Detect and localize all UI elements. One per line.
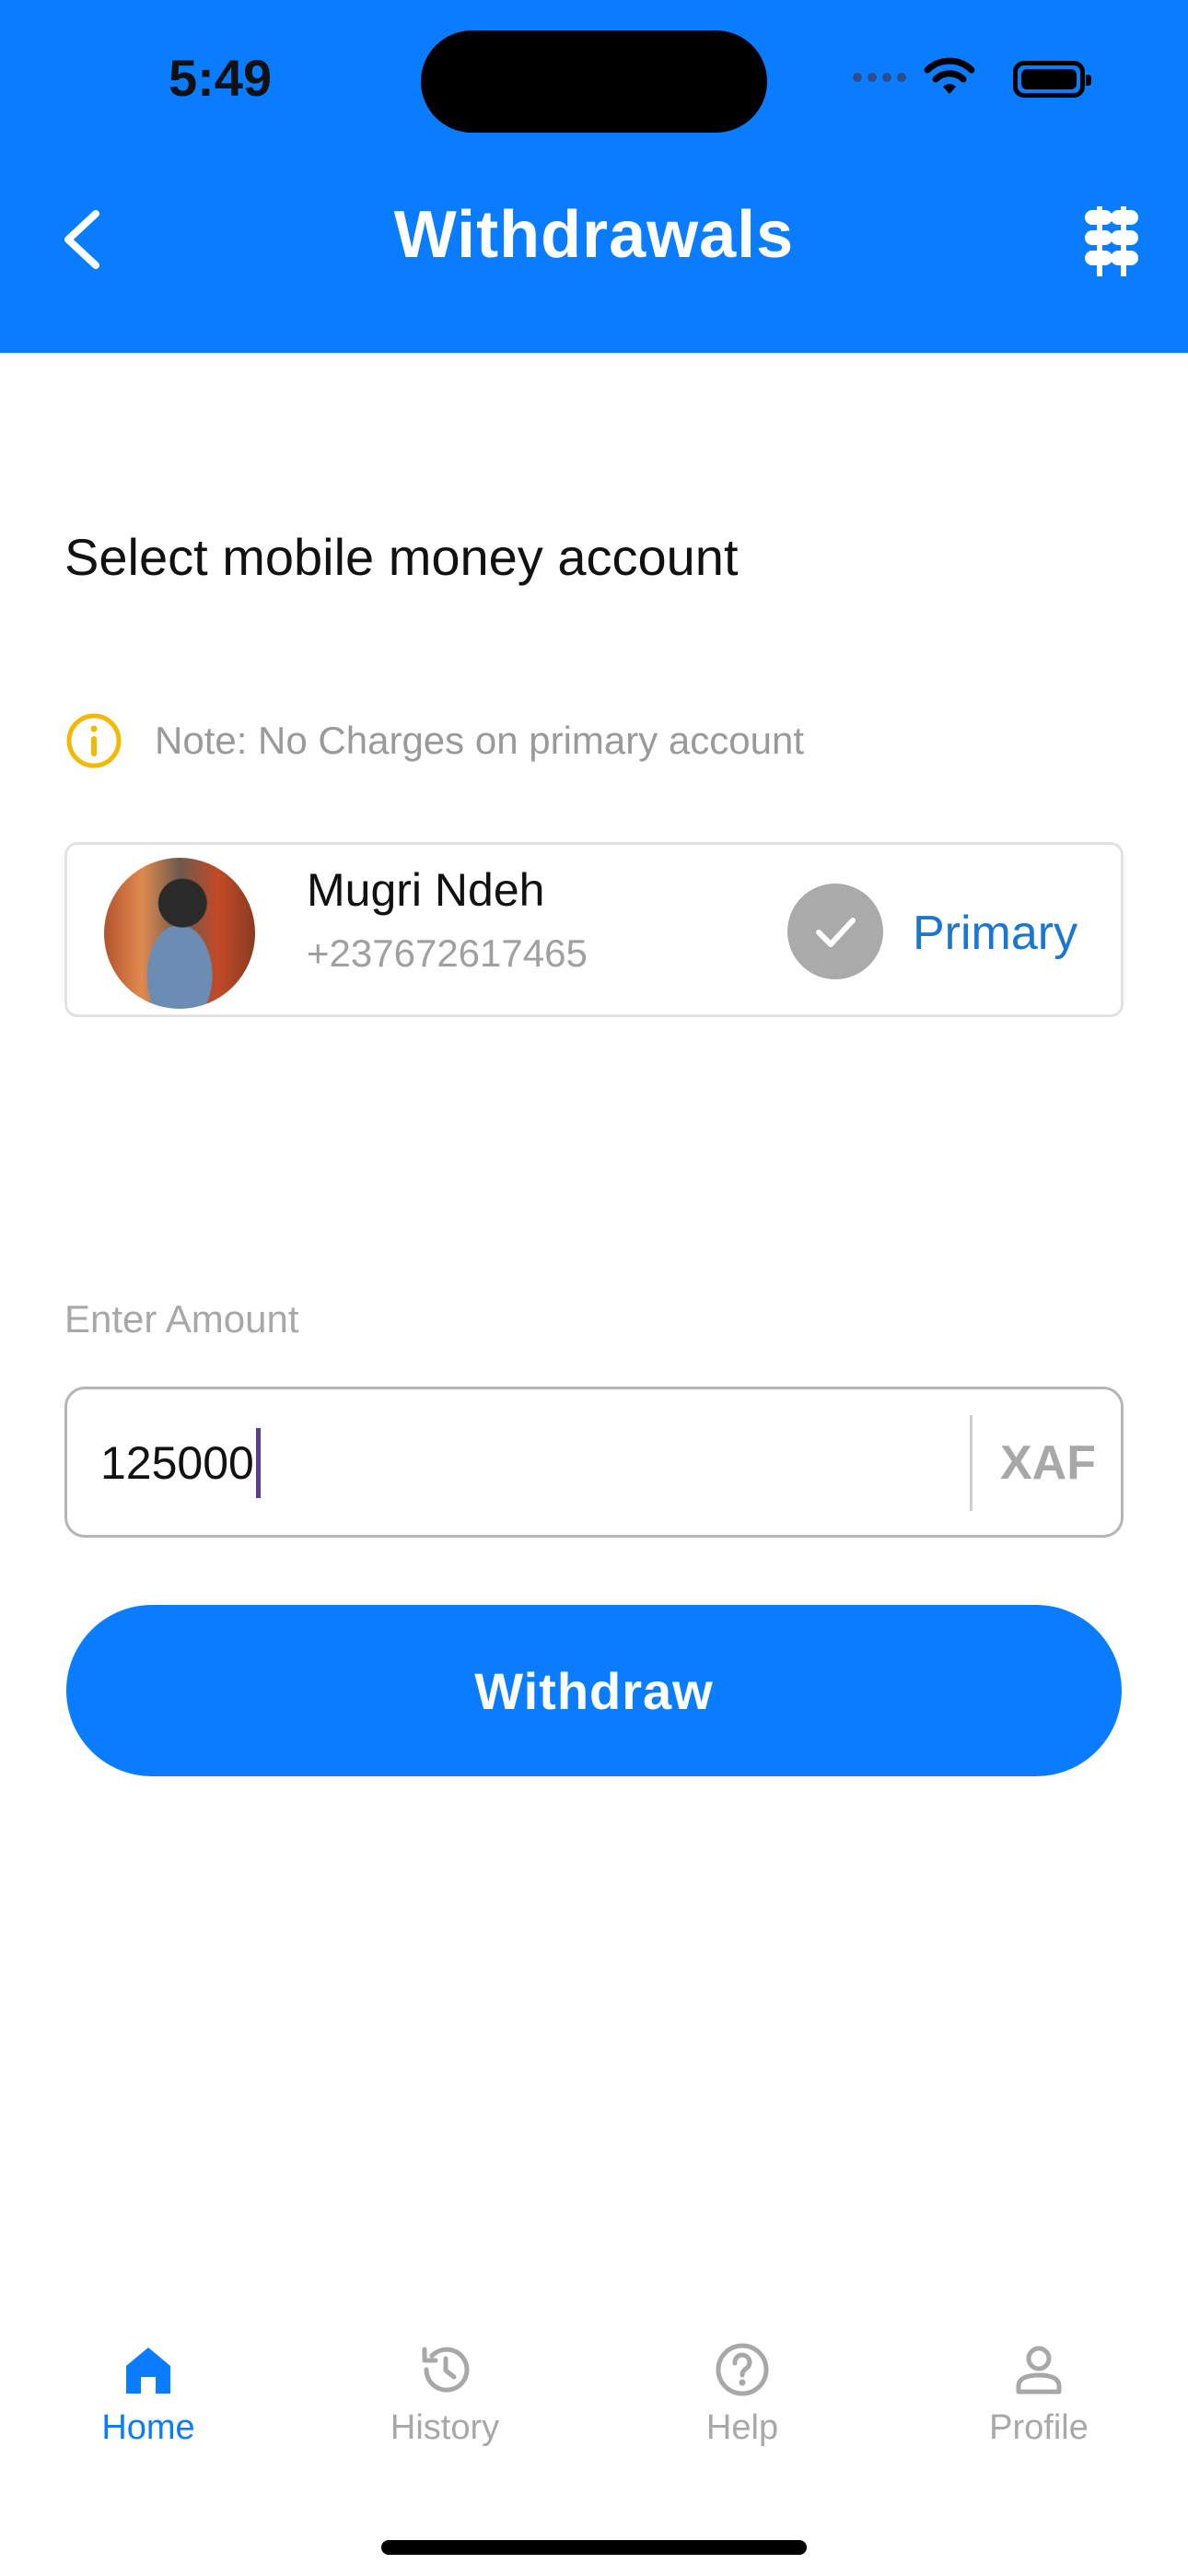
tab-profile[interactable]: Profile [947, 2340, 1131, 2448]
note: Note: No Charges on primary account [64, 711, 804, 770]
bottom-tab-bar: Home History Help Profile [0, 2340, 1188, 2478]
profile-icon [1016, 2346, 1062, 2395]
account-phone: +237672617465 [307, 931, 588, 975]
tab-label: Profile [989, 2408, 1089, 2447]
tab-help[interactable]: Help [650, 2340, 834, 2448]
cellular-icon [853, 73, 906, 82]
currency-label: XAF [1000, 1436, 1096, 1490]
tab-label: Help [705, 2408, 779, 2447]
tab-home[interactable]: Home [56, 2340, 240, 2448]
home-indicator [381, 2540, 807, 2555]
amount-value: 125000 [100, 1428, 261, 1498]
withdraw-button[interactable]: Withdraw [66, 1605, 1122, 1776]
section-title: Select mobile money account [64, 528, 739, 586]
info-icon [66, 713, 122, 768]
history-icon [422, 2347, 470, 2393]
amount-label: Enter Amount [64, 1297, 299, 1341]
amount-text: 125000 [100, 1437, 254, 1489]
note-text: Note: No Charges on primary account [155, 719, 804, 762]
amount-input[interactable]: 125000 XAF [64, 1387, 1124, 1538]
battery-icon [1013, 61, 1091, 98]
wifi-icon [924, 57, 975, 94]
home-icon [126, 2348, 170, 2394]
page-title: Withdrawals [393, 198, 795, 272]
check-icon [787, 884, 883, 979]
tab-label: Home [101, 2408, 195, 2447]
tab-history[interactable]: History [353, 2340, 537, 2448]
status-time: 5:49 [169, 49, 273, 107]
primary-badge: Primary [913, 907, 1078, 960]
text-caret [255, 1428, 261, 1498]
app-header: 5:49 Withdrawals [0, 0, 1188, 353]
mobile-money-icon [1085, 206, 1138, 276]
status-icons [853, 55, 976, 100]
mobile-money-button[interactable] [1079, 205, 1144, 278]
account-name: Mugri Ndeh [307, 864, 545, 916]
avatar [104, 858, 255, 1009]
divider [970, 1415, 973, 1511]
dynamic-island [421, 30, 767, 133]
mobile-money-account-card[interactable]: Mugri Ndeh +237672617465 Primary [64, 842, 1124, 1017]
tab-label: History [390, 2408, 500, 2447]
help-icon [716, 2343, 769, 2396]
